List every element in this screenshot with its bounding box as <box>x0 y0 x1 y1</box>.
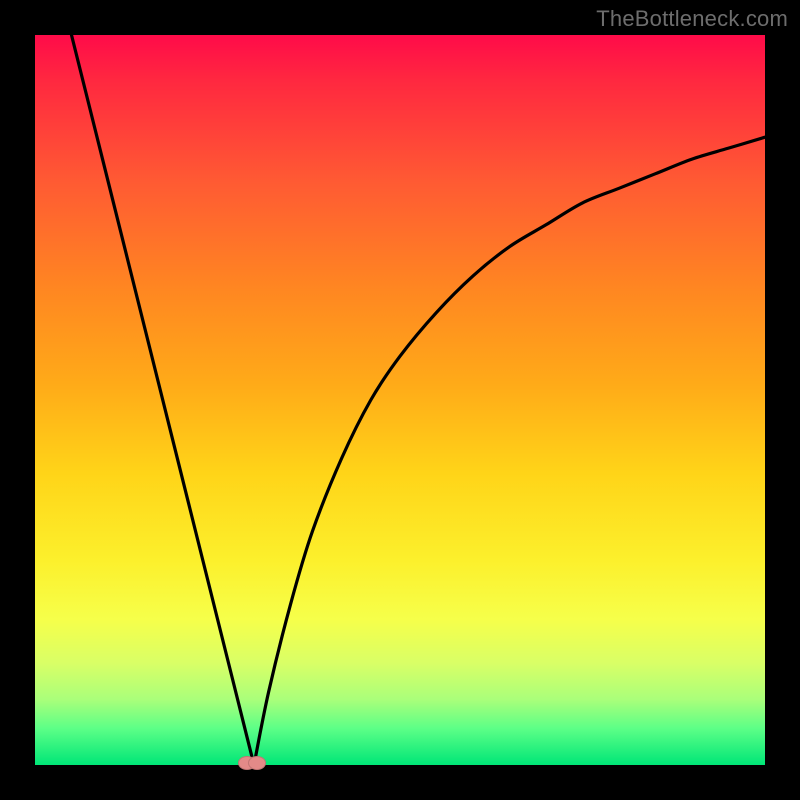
curve-layer <box>35 35 765 765</box>
attribution-text: TheBottleneck.com <box>596 6 788 32</box>
outer-frame: TheBottleneck.com <box>0 0 800 800</box>
curve-right-branch <box>254 137 765 765</box>
plot-area <box>35 35 765 765</box>
curve-left-branch <box>72 35 255 765</box>
minimum-marker <box>248 756 266 770</box>
